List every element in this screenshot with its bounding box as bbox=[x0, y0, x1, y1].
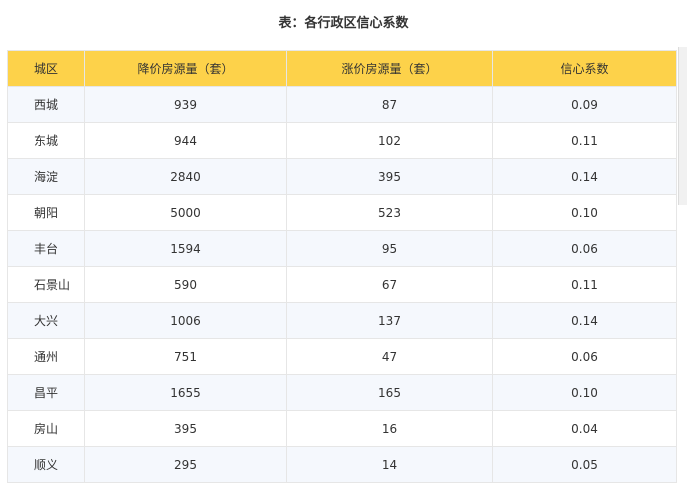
cell-district: 朝阳 bbox=[7, 194, 85, 231]
cell-district: 大兴 bbox=[7, 302, 85, 339]
cell-confidence: 0.06 bbox=[492, 230, 677, 267]
cell-price-rise: 102 bbox=[286, 122, 493, 159]
table-row: 丰台 1594 95 0.06 bbox=[7, 230, 677, 267]
table-row: 顺义 295 14 0.05 bbox=[7, 446, 677, 483]
cell-district: 昌平 bbox=[7, 374, 85, 411]
table-caption: 表：各行政区信心系数 bbox=[278, 16, 409, 31]
cell-price-cut: 395 bbox=[84, 410, 287, 447]
cell-price-rise: 14 bbox=[286, 446, 493, 483]
confidence-table: 城区 降价房源量（套） 涨价房源量（套） 信心系数 西城 939 87 0.09… bbox=[7, 50, 677, 483]
cell-confidence: 0.11 bbox=[492, 122, 677, 159]
cell-confidence: 0.04 bbox=[492, 410, 677, 447]
cell-price-rise: 16 bbox=[286, 410, 493, 447]
header-district: 城区 bbox=[7, 50, 85, 87]
cell-confidence: 0.14 bbox=[492, 302, 677, 339]
cell-price-cut: 1006 bbox=[84, 302, 287, 339]
table-row: 朝阳 5000 523 0.10 bbox=[7, 194, 677, 231]
table-row: 东城 944 102 0.11 bbox=[7, 122, 677, 159]
table-row: 大兴 1006 137 0.14 bbox=[7, 302, 677, 339]
cell-price-cut: 1655 bbox=[84, 374, 287, 411]
cell-district: 海淀 bbox=[7, 158, 85, 195]
cell-district: 通州 bbox=[7, 338, 85, 375]
cell-confidence: 0.11 bbox=[492, 266, 677, 303]
header-price-rise: 涨价房源量（套） bbox=[286, 50, 493, 87]
table-row: 石景山 590 67 0.11 bbox=[7, 266, 677, 303]
cell-price-cut: 1594 bbox=[84, 230, 287, 267]
page: 表：各行政区信心系数 城区 降价房源量（套） 涨价房源量（套） 信心系数 西城 … bbox=[0, 0, 687, 498]
table-row: 海淀 2840 395 0.14 bbox=[7, 158, 677, 195]
table-header-row: 城区 降价房源量（套） 涨价房源量（套） 信心系数 bbox=[7, 50, 677, 87]
cell-confidence: 0.09 bbox=[492, 86, 677, 123]
cell-district: 顺义 bbox=[7, 446, 85, 483]
cell-price-rise: 67 bbox=[286, 266, 493, 303]
cell-price-cut: 939 bbox=[84, 86, 287, 123]
cell-district: 房山 bbox=[7, 410, 85, 447]
table-row: 通州 751 47 0.06 bbox=[7, 338, 677, 375]
cell-confidence: 0.10 bbox=[492, 194, 677, 231]
cell-price-cut: 751 bbox=[84, 338, 287, 375]
cell-price-rise: 137 bbox=[286, 302, 493, 339]
cell-price-cut: 2840 bbox=[84, 158, 287, 195]
header-price-cut: 降价房源量（套） bbox=[84, 50, 287, 87]
cell-price-rise: 395 bbox=[286, 158, 493, 195]
cell-price-rise: 165 bbox=[286, 374, 493, 411]
cell-district: 丰台 bbox=[7, 230, 85, 267]
cell-price-rise: 87 bbox=[286, 86, 493, 123]
cell-price-cut: 944 bbox=[84, 122, 287, 159]
cell-price-cut: 590 bbox=[84, 266, 287, 303]
cell-price-cut: 5000 bbox=[84, 194, 287, 231]
cell-price-rise: 95 bbox=[286, 230, 493, 267]
table-row: 昌平 1655 165 0.10 bbox=[7, 374, 677, 411]
cell-district: 西城 bbox=[7, 86, 85, 123]
cell-price-rise: 47 bbox=[286, 338, 493, 375]
cell-confidence: 0.05 bbox=[492, 446, 677, 483]
cell-district: 东城 bbox=[7, 122, 85, 159]
table-row: 西城 939 87 0.09 bbox=[7, 86, 677, 123]
scroll-edge[interactable] bbox=[678, 47, 687, 205]
header-confidence: 信心系数 bbox=[492, 50, 677, 87]
cell-confidence: 0.10 bbox=[492, 374, 677, 411]
table-row: 房山 395 16 0.04 bbox=[7, 410, 677, 447]
cell-price-rise: 523 bbox=[286, 194, 493, 231]
cell-confidence: 0.06 bbox=[492, 338, 677, 375]
cell-price-cut: 295 bbox=[84, 446, 287, 483]
cell-confidence: 0.14 bbox=[492, 158, 677, 195]
cell-district: 石景山 bbox=[7, 266, 85, 303]
